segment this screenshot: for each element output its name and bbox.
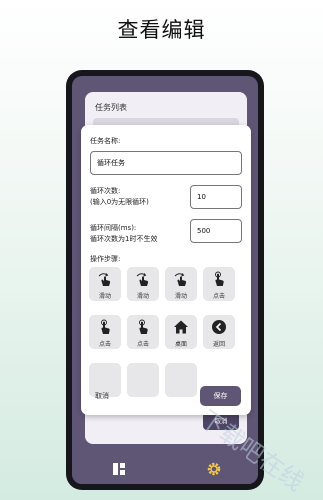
loop-interval-label: 循环间隔(ms): bbox=[90, 224, 137, 232]
save-button[interactable]: 保存 bbox=[200, 386, 241, 406]
step-item[interactable]: 桌面 bbox=[165, 315, 197, 349]
task-name-field[interactable]: 循环任务 bbox=[90, 151, 242, 175]
task-name-label: 任务名称: bbox=[90, 137, 121, 145]
tap-icon bbox=[101, 319, 110, 334]
cancel-button[interactable]: 取消 bbox=[95, 391, 109, 401]
tap-icon bbox=[139, 319, 148, 334]
step-item[interactable]: 点击 bbox=[127, 315, 159, 349]
step-label: 点击 bbox=[212, 293, 225, 300]
tap-icon bbox=[215, 271, 224, 286]
step-item[interactable]: 滑动 bbox=[127, 267, 159, 301]
swipe-icon bbox=[136, 273, 149, 286]
loop-interval-hint: 循环次数为1时不生效 bbox=[90, 235, 158, 243]
step-item[interactable]: 滑动 bbox=[89, 267, 121, 301]
loop-count-label: 循环次数: bbox=[90, 187, 121, 195]
step-label: 桌面 bbox=[174, 341, 187, 348]
bottom-nav bbox=[72, 454, 258, 484]
loop-count-hint: (输入0为无限循环) bbox=[90, 198, 149, 206]
swipe-icon bbox=[98, 273, 111, 286]
swipe-icon bbox=[174, 273, 187, 286]
step-item[interactable]: 点击 bbox=[89, 315, 121, 349]
step-label: 滑动 bbox=[174, 293, 187, 300]
back-icon bbox=[212, 320, 226, 334]
page-title: 查看编辑 bbox=[117, 18, 206, 42]
loop-count-field[interactable]: 10 bbox=[190, 185, 242, 209]
step-label: 点击 bbox=[136, 341, 149, 348]
steps-label: 操作步骤: bbox=[90, 255, 121, 263]
step-label: 滑动 bbox=[136, 293, 149, 300]
step-item[interactable]: 返回 bbox=[203, 315, 235, 349]
step-label: 点击 bbox=[98, 341, 111, 348]
edit-task-dialog: 任务名称: 循环任务 循环次数: (输入0为无限循环) 10 循环间隔(ms):… bbox=[81, 125, 251, 415]
step-item[interactable] bbox=[127, 363, 159, 397]
step-item[interactable]: 点击 bbox=[203, 267, 235, 301]
step-label: 返回 bbox=[212, 341, 225, 348]
dashboard-icon[interactable] bbox=[112, 462, 126, 476]
task-list-title: 任务列表 bbox=[95, 103, 127, 112]
loop-interval-field[interactable]: 500 bbox=[190, 219, 242, 243]
step-item[interactable] bbox=[165, 363, 197, 397]
step-label: 滑动 bbox=[98, 293, 111, 300]
step-item[interactable]: 滑动 bbox=[165, 267, 197, 301]
home-icon bbox=[174, 320, 188, 334]
settings-icon[interactable] bbox=[207, 462, 221, 476]
